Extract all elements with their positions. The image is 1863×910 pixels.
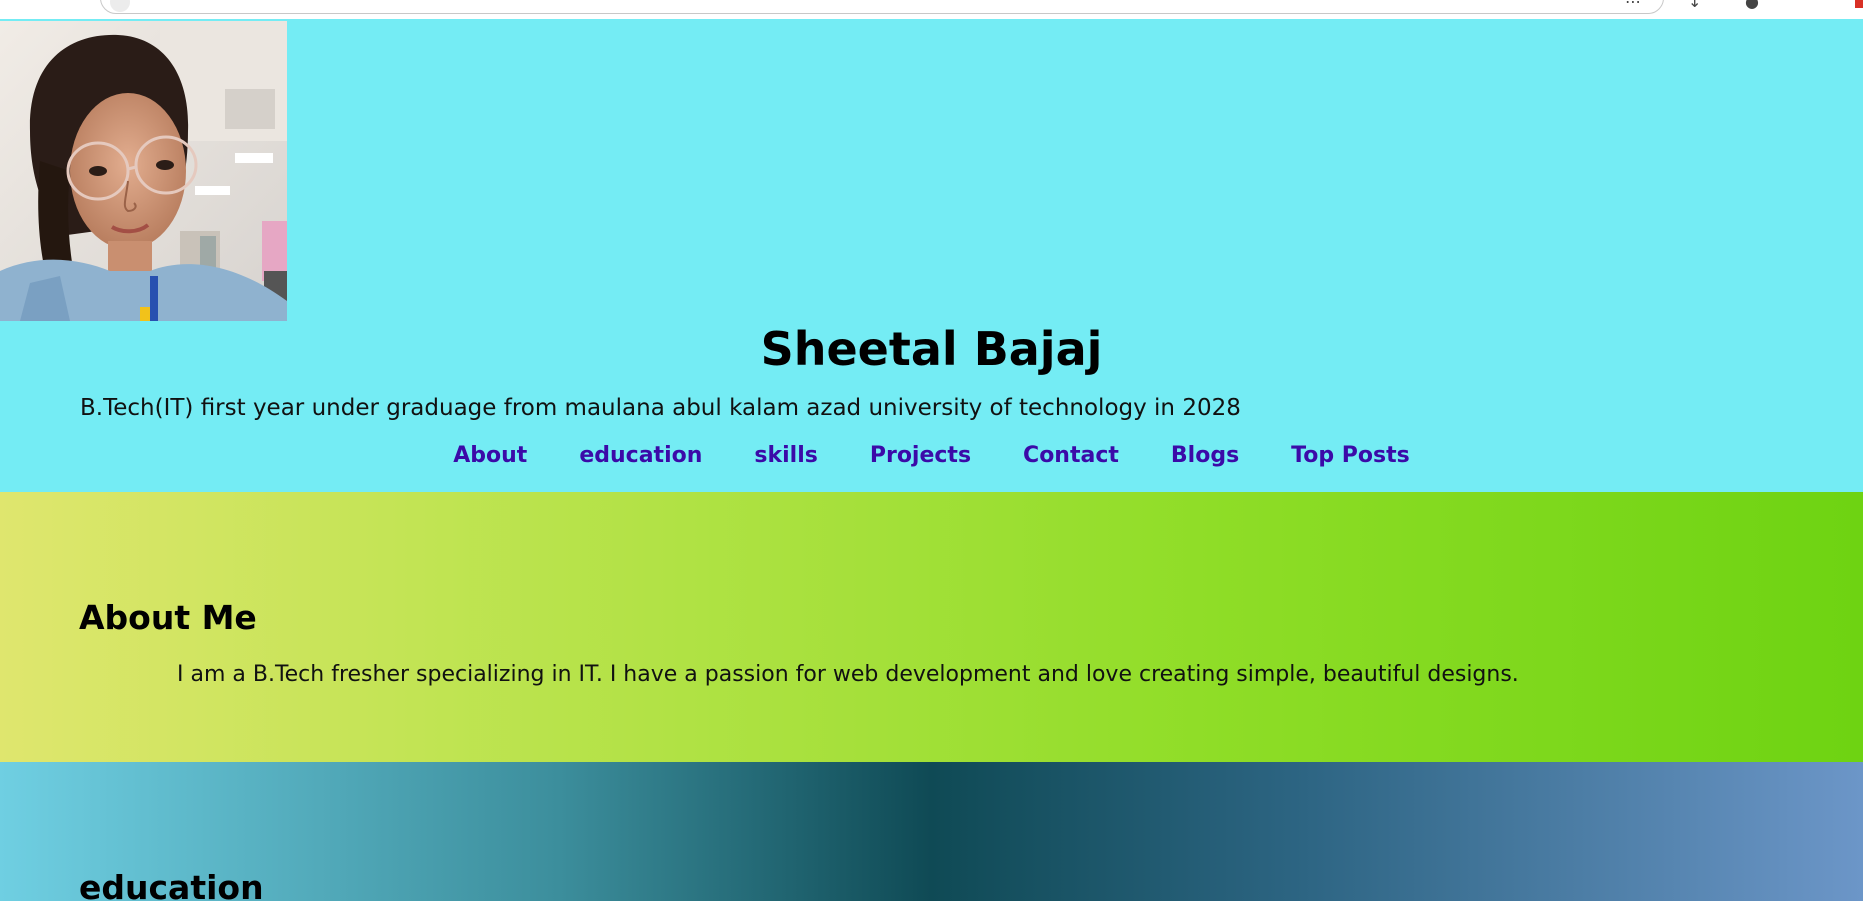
browser-toolbar: ⋯ ↓ ● [0,0,1863,19]
address-bar[interactable] [100,0,1664,14]
nav-link-blogs[interactable]: Blogs [1171,440,1239,472]
nav-link-skills[interactable]: skills [754,440,817,472]
education-heading: education [79,868,264,907]
nav-link-contact[interactable]: Contact [1023,440,1119,472]
nav-link-education[interactable]: education [579,440,702,472]
profile-menu-icon[interactable]: ● [1745,0,1759,11]
tagline: B.Tech(IT) first year under graduage fro… [80,395,1241,421]
notification-icon[interactable] [1855,0,1863,8]
about-text: I am a B.Tech fresher specializing in IT… [177,662,1519,687]
education-section: education [0,762,1863,907]
nav-link-about[interactable]: About [453,440,527,472]
nav-link-top-posts[interactable]: Top Posts [1291,440,1410,472]
download-icon[interactable]: ↓ [1688,0,1701,11]
about-section: About Me I am a B.Tech fresher specializ… [0,492,1863,762]
site-title: Sheetal Bajaj [760,322,1103,376]
extension-icon[interactable]: ⋯ [1625,0,1641,11]
profile-photo [0,21,287,321]
about-heading: About Me [79,598,257,637]
site-header: Sheetal Bajaj B.Tech(IT) first year unde… [0,19,1863,492]
main-nav: About education skills Projects Contact … [0,440,1863,472]
nav-link-projects[interactable]: Projects [870,440,971,472]
